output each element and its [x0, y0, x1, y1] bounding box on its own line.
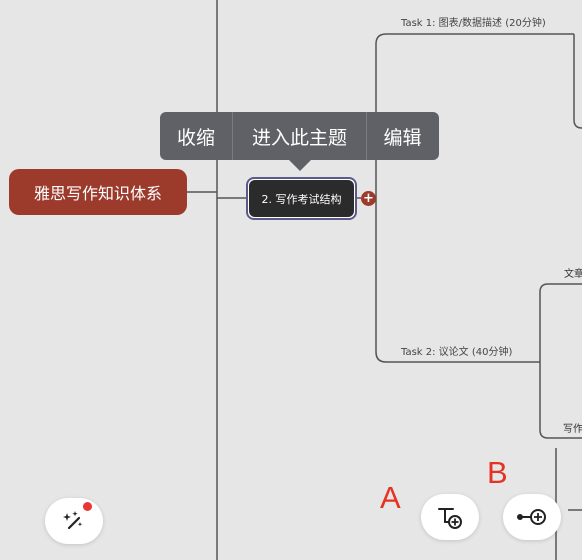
selected-topic-label: 2. 写作考试结构	[249, 180, 354, 217]
context-menu: 收缩 进入此主题 编辑	[160, 112, 439, 160]
add-subtopic-icon	[438, 508, 462, 529]
selected-topic[interactable]: 2. 写作考试结构	[246, 177, 357, 220]
magic-button[interactable]	[45, 498, 103, 544]
add-subtopic-button[interactable]	[421, 494, 479, 540]
edit-menu-item[interactable]: 编辑	[367, 112, 438, 160]
enter-topic-menu-item[interactable]: 进入此主题	[233, 112, 366, 160]
branch-task1-label[interactable]: Task 1: 图表/数据描述 (20分钟)	[401, 14, 546, 29]
branch-partial-label-1[interactable]: 文章	[564, 265, 582, 280]
branch-partial-label-2[interactable]: 写作	[563, 420, 582, 435]
branch-task2-label[interactable]: Task 2: 议论文 (40分钟)	[401, 343, 512, 358]
add-sibling-topic-button[interactable]	[503, 494, 561, 540]
notification-dot	[83, 502, 92, 511]
magic-wand-icon	[63, 511, 83, 530]
collapse-menu-item[interactable]: 收缩	[160, 112, 232, 160]
annotation-a: A	[380, 480, 401, 515]
context-menu-pointer	[289, 160, 311, 171]
annotation-b: B	[487, 455, 508, 490]
root-topic[interactable]: 雅思写作知识体系	[9, 169, 187, 215]
root-topic-label: 雅思写作知识体系	[33, 184, 162, 203]
add-sibling-topic-icon	[517, 509, 546, 525]
add-subtopic-plus-icon[interactable]: +	[361, 191, 376, 206]
